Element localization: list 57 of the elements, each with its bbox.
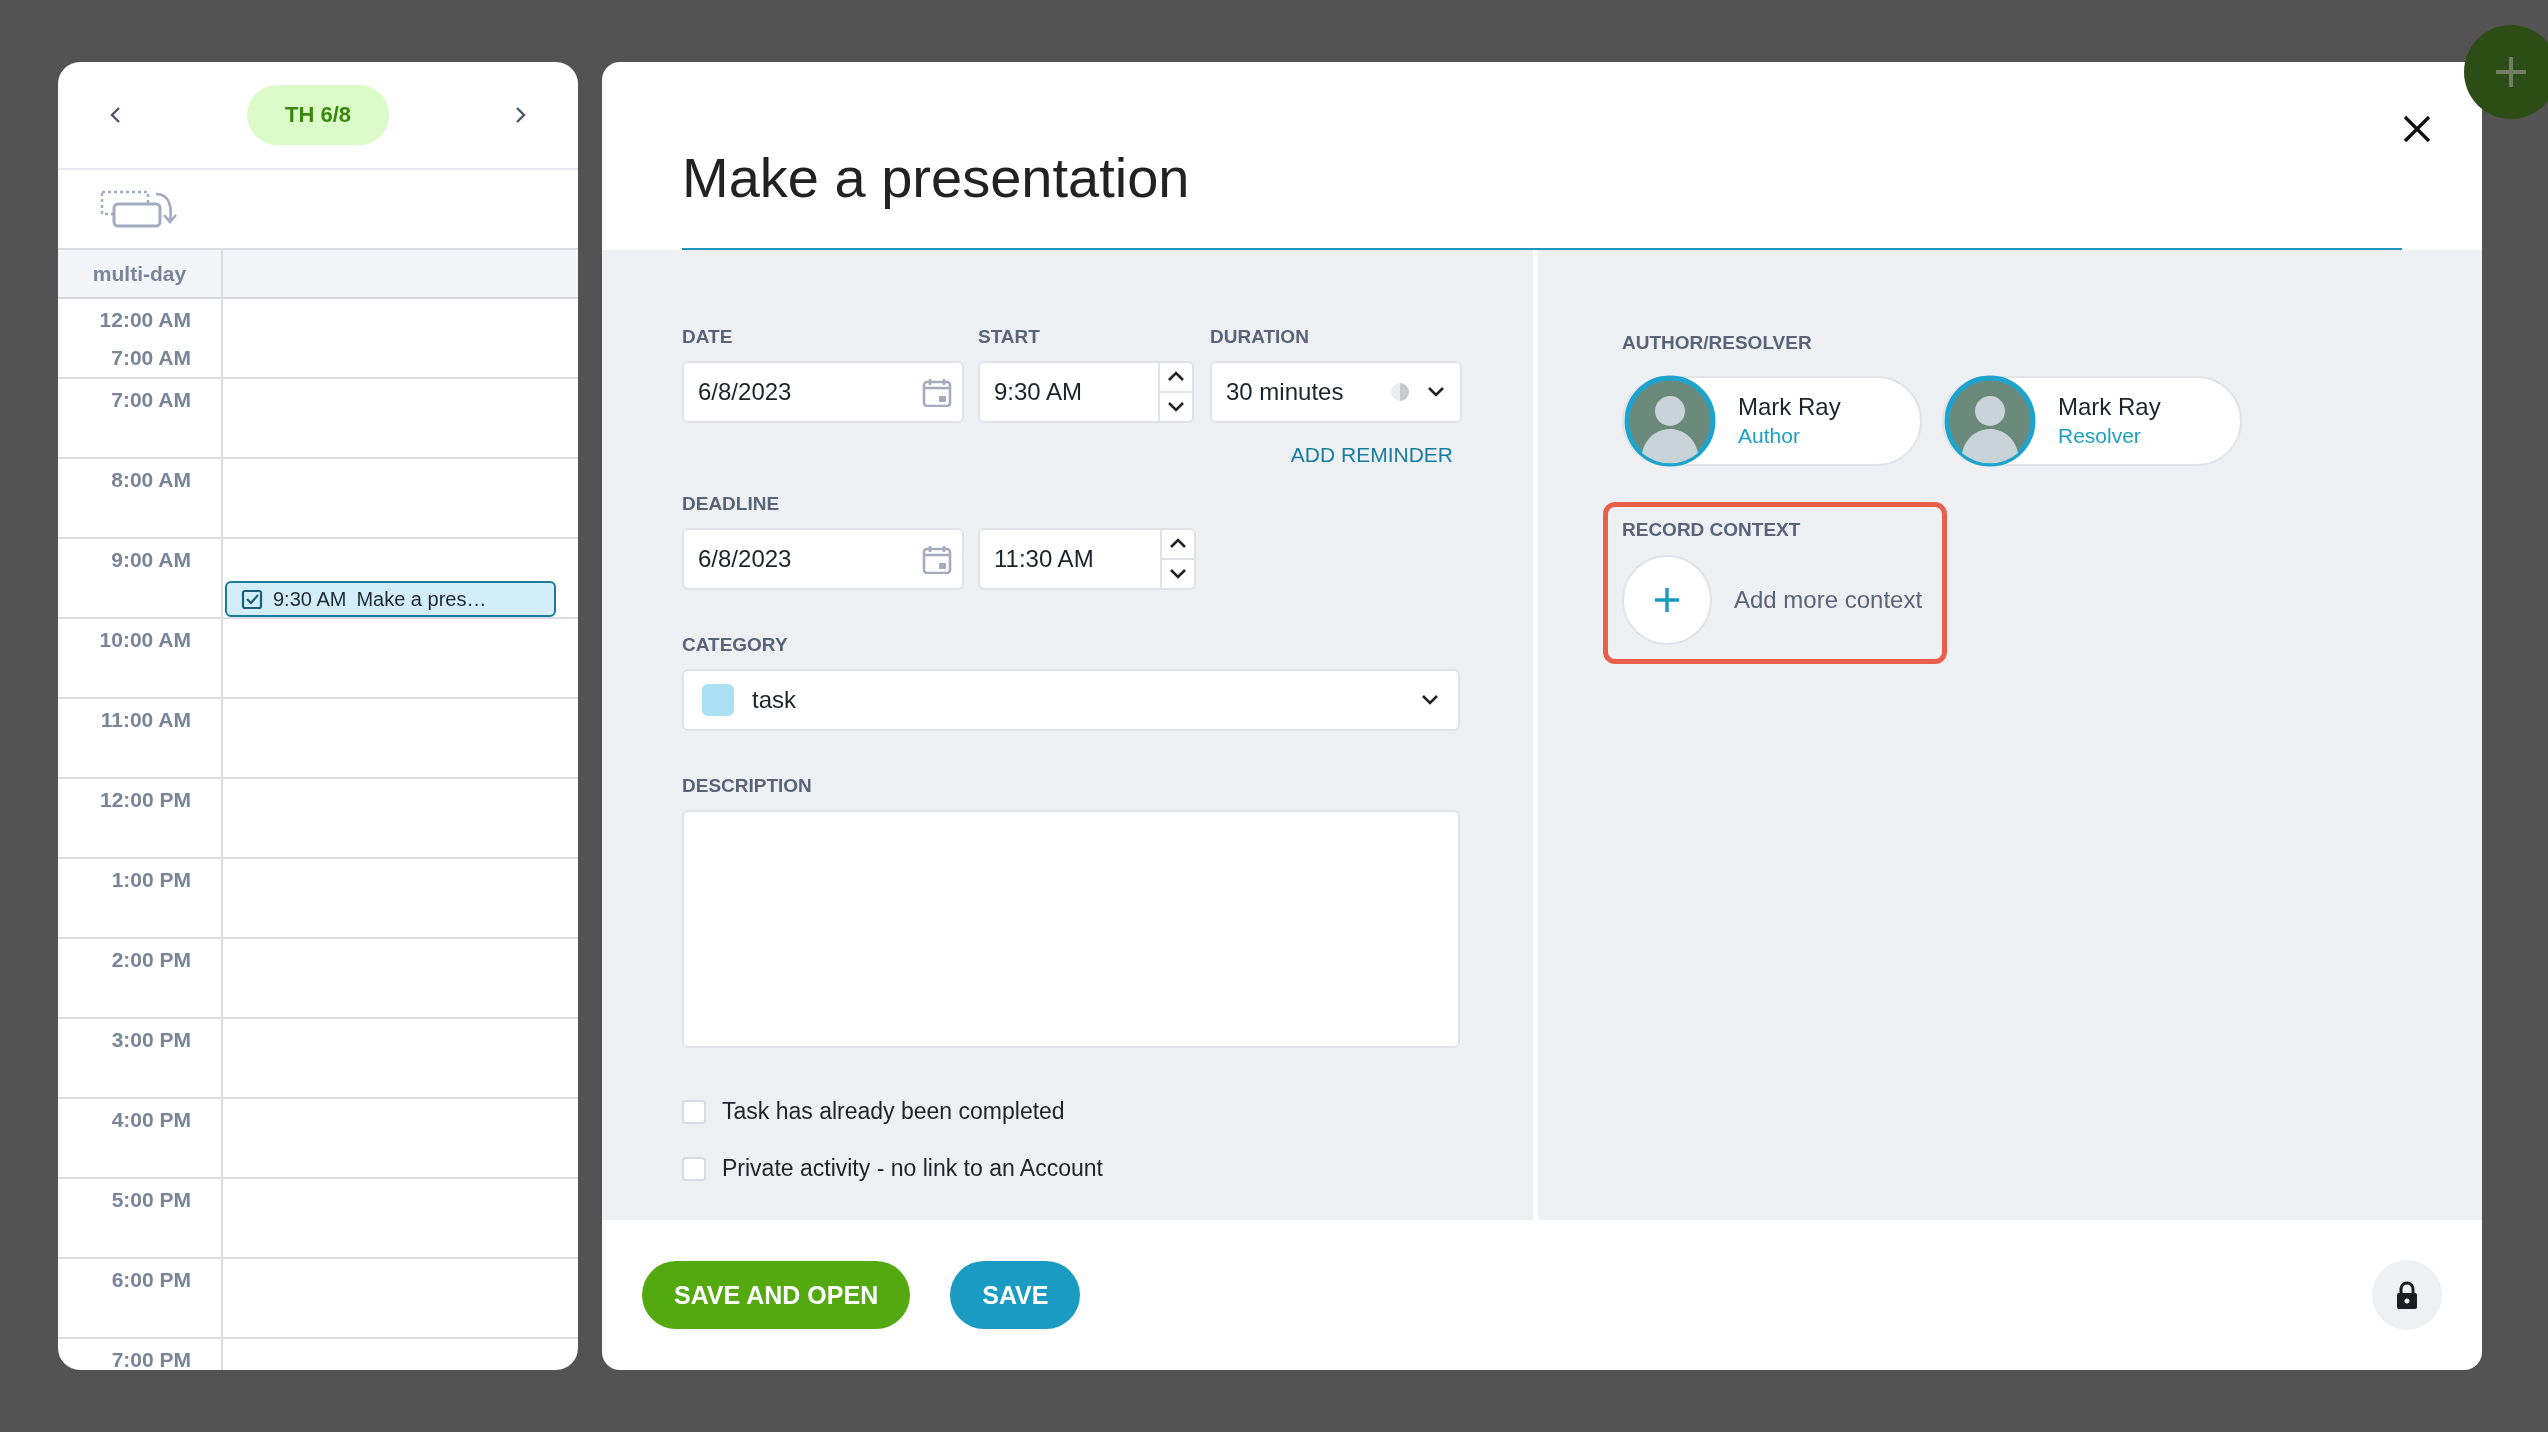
half-circle-icon <box>1390 382 1410 402</box>
checkbox-label: Private activity - no link to an Account <box>722 1155 1103 1182</box>
checkbox[interactable] <box>682 1099 706 1124</box>
time-label: 12:00 AM <box>99 307 191 333</box>
time-label: 11:00 AM <box>100 707 191 733</box>
field-label: START <box>978 326 1041 348</box>
time-label: 3:00 PM <box>111 1027 191 1053</box>
field-label: DURATION <box>1210 326 1310 348</box>
date-field[interactable]: 6/8/2023 <box>682 528 964 590</box>
category-dropdown[interactable]: task <box>682 669 1460 731</box>
event-title: Make a pres… <box>356 587 487 611</box>
field-label: DESCRIPTION <box>682 775 813 797</box>
person-name: Mark Ray <box>2058 392 2161 422</box>
chevron-left-icon <box>108 105 123 125</box>
time-label: 1:00 PM <box>111 867 191 893</box>
add-reminder-link[interactable]: ADD REMINDER <box>1290 443 1453 467</box>
time-label: 10:00 AM <box>99 627 191 653</box>
checkbox-label: Task has already been completed <box>722 1098 1065 1125</box>
category-value: task <box>752 686 797 714</box>
time-label: 5:00 PM <box>111 1187 191 1213</box>
time-label: 9:00 AM <box>111 547 191 573</box>
time-label: 12:00 PM <box>99 787 191 813</box>
person-role: Resolver <box>2058 423 2142 449</box>
time-label: 2:00 PM <box>111 947 191 973</box>
time-field[interactable]: 11:30 AM <box>978 528 1196 590</box>
field-label: DEADLINE <box>682 493 781 515</box>
person-chip[interactable]: Mark Ray Resolver <box>1942 376 2242 466</box>
time-label: 7:00 PM <box>111 1347 191 1370</box>
calendar-event[interactable]: 9:30 AM Make a pres… <box>225 581 556 617</box>
person-chip[interactable]: Mark Ray Author <box>1622 376 1922 466</box>
date-field[interactable]: 6/8/2023 <box>682 361 964 423</box>
task-check-icon <box>241 588 263 610</box>
time-label: 8:00 AM <box>111 467 191 493</box>
checkbox[interactable] <box>682 1156 706 1181</box>
time-label: 4:00 PM <box>111 1107 191 1133</box>
section-label: AUTHOR/RESOLVER <box>1622 332 1813 354</box>
field-label: DATE <box>682 326 734 348</box>
time-label: 7:00 AM <box>111 345 191 371</box>
add-context-label: Add more context <box>1734 586 1923 614</box>
time-label: 6:00 PM <box>111 1267 191 1293</box>
person-role: Author <box>1738 423 1801 449</box>
duration-dropdown[interactable]: 30 minutes <box>1210 361 1462 423</box>
time-label: 7:00 AM <box>111 387 191 413</box>
section-label: RECORD CONTEXT <box>1622 519 1802 541</box>
event-time: 9:30 AM <box>273 587 347 611</box>
lock-icon <box>2395 1280 2419 1310</box>
person-name: Mark Ray <box>1738 392 1841 422</box>
dialog-title: Make a presentation <box>682 145 1190 210</box>
chevron-right-icon <box>513 105 528 125</box>
add-icon <box>2464 25 2548 119</box>
description-field[interactable] <box>682 810 1460 1048</box>
plus-icon <box>1653 586 1681 614</box>
close-icon <box>2402 114 2432 144</box>
time-field[interactable]: 9:30 AM <box>978 361 1194 423</box>
column-label: multi-day <box>92 260 187 287</box>
date-button[interactable]: TH 6/8 <box>247 85 389 145</box>
field-label: CATEGORY <box>682 634 789 656</box>
